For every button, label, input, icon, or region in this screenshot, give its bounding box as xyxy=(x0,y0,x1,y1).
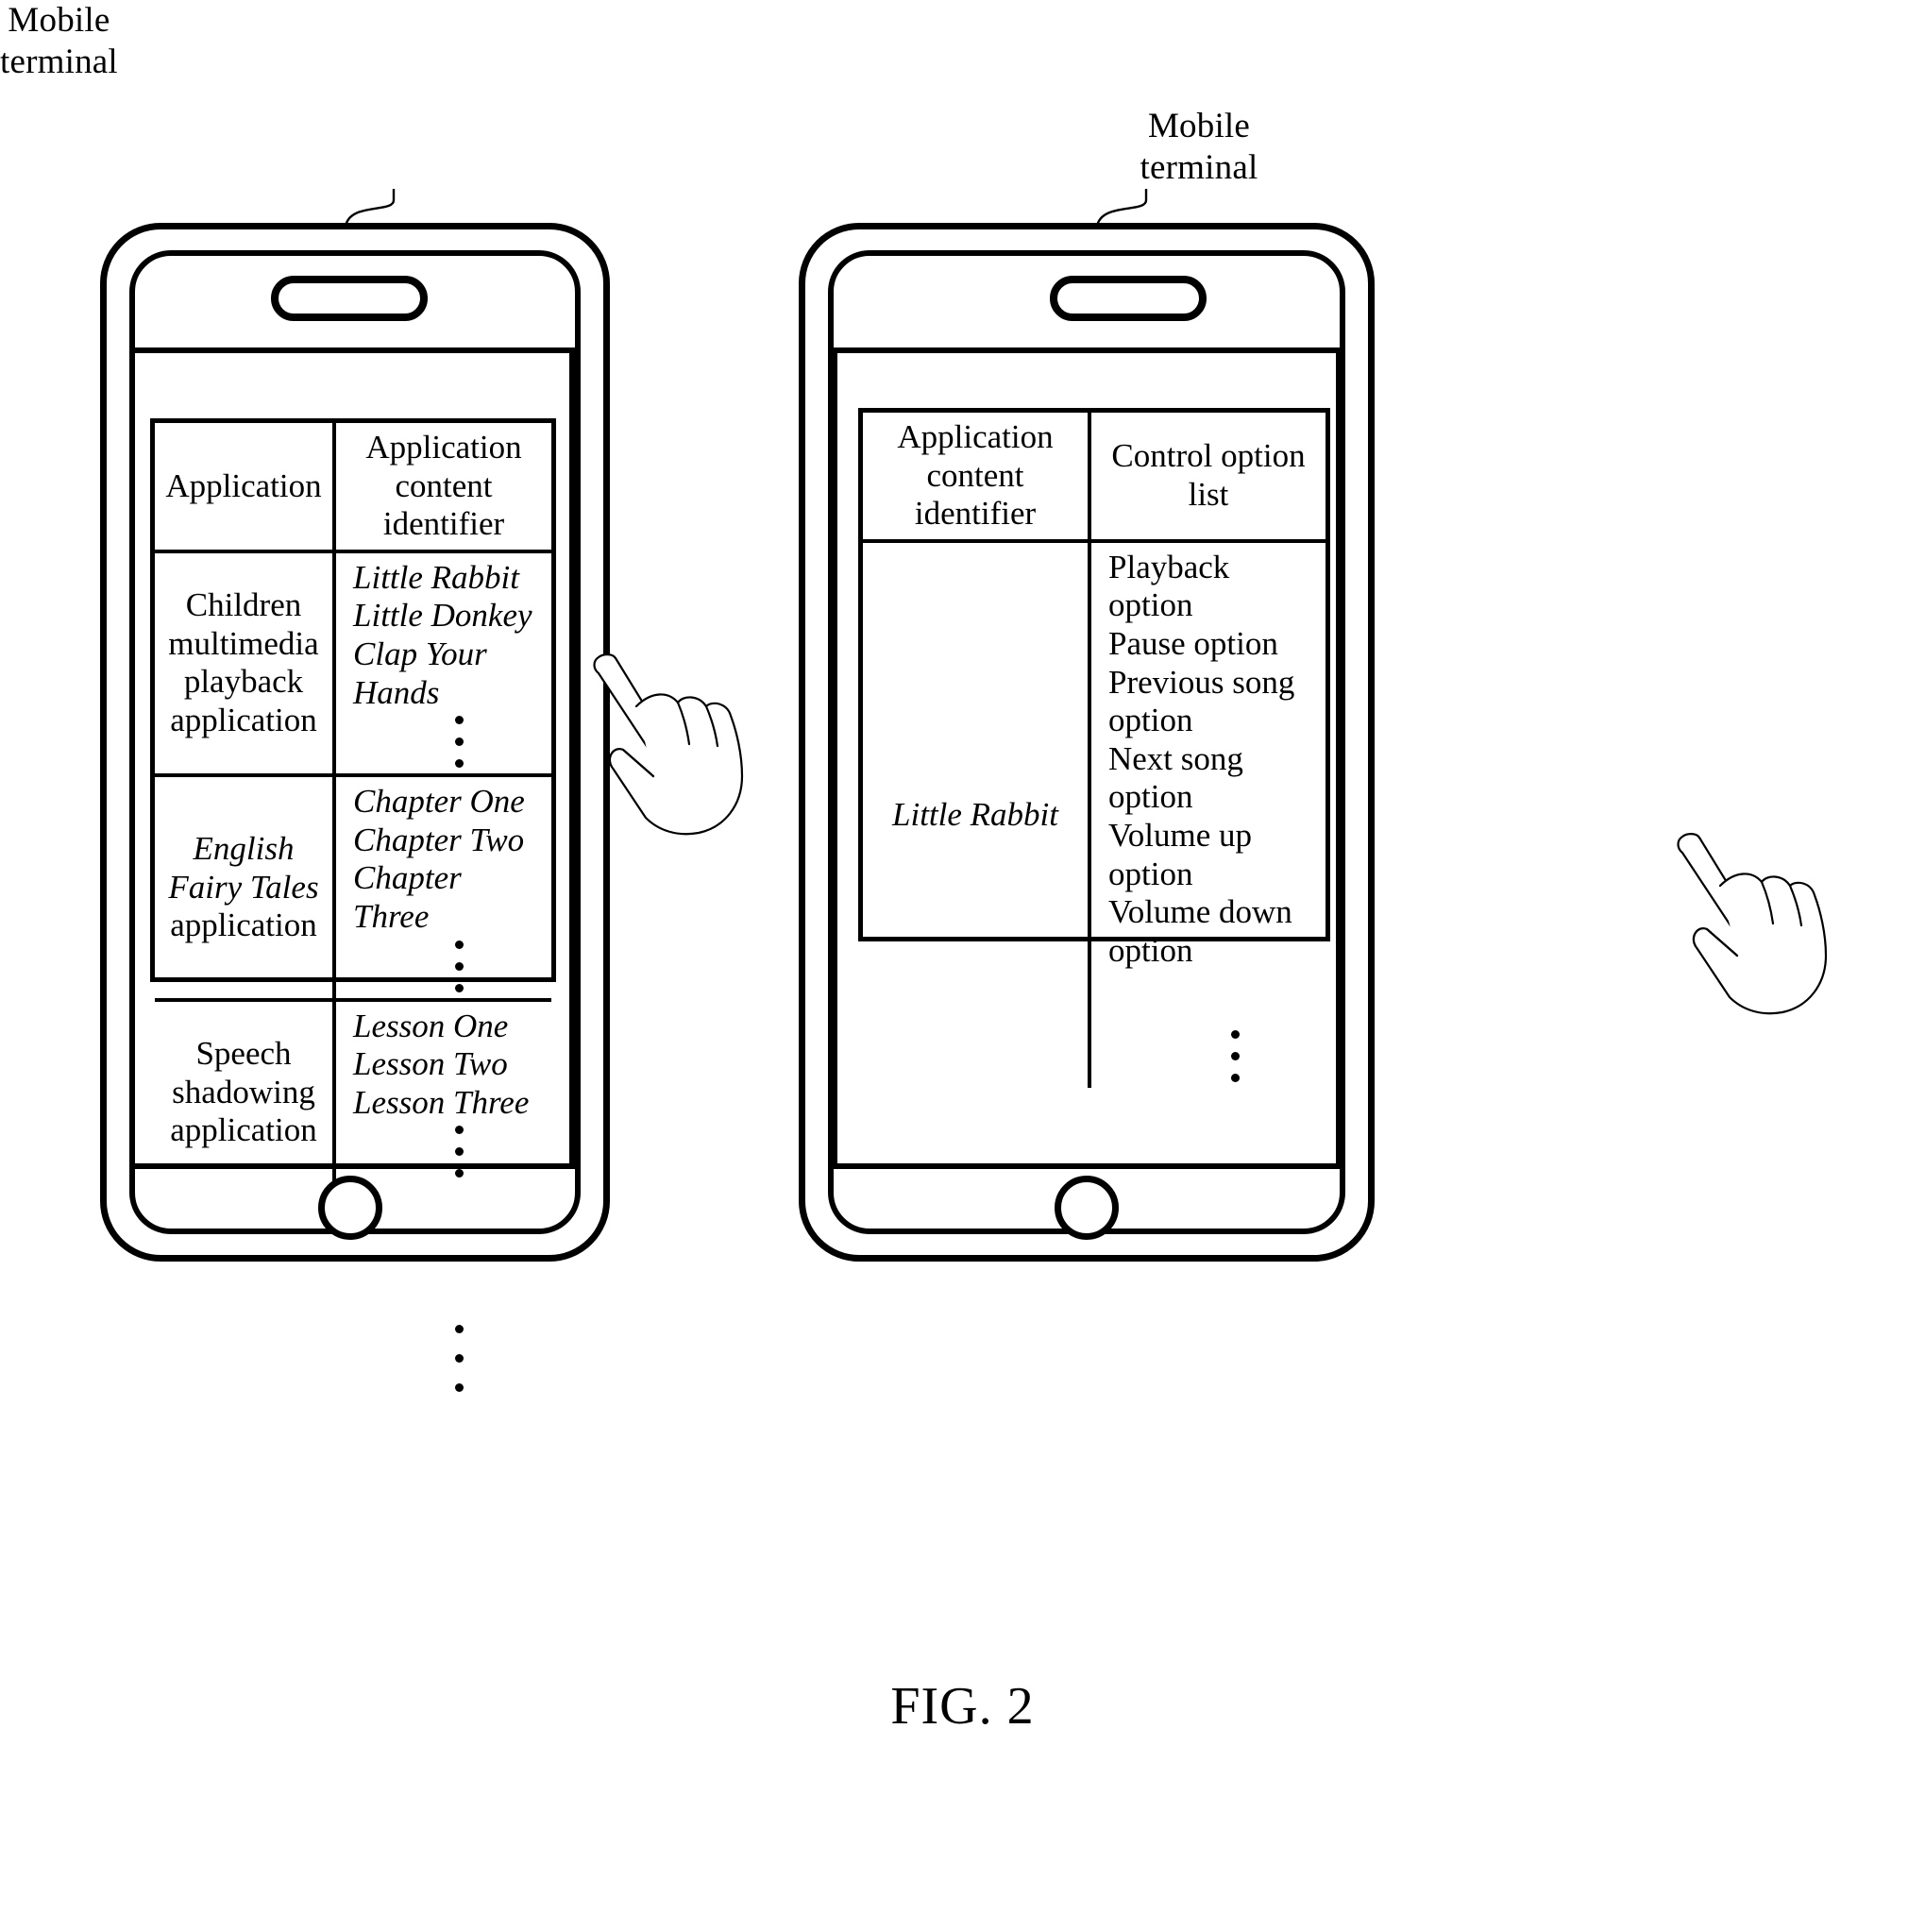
control-option-item[interactable]: Volume down option xyxy=(1108,893,1318,970)
cell-control-option-list: Playback option Pause option Previous so… xyxy=(1088,538,1326,1089)
cell-content-speech-shadowing: Lesson One Lesson Two Lesson Three xyxy=(332,997,551,1184)
application-name-suffix: application xyxy=(170,907,317,944)
control-option-item[interactable]: Volume up option xyxy=(1108,817,1318,893)
content-item[interactable]: Lesson Three xyxy=(353,1084,544,1123)
table-row[interactable]: English Fairy Tales application Chapter … xyxy=(155,773,551,1002)
table-overflow-ellipsis-icon xyxy=(455,1325,464,1392)
speaker-notch-left xyxy=(271,276,428,321)
application-content-table: Application Application content identifi… xyxy=(150,418,556,1184)
column-header-control-option-list: Control option list xyxy=(1088,413,1326,543)
home-button-right[interactable] xyxy=(1055,1176,1119,1240)
vertical-ellipsis-icon xyxy=(455,940,464,992)
cell-application-english-fairy-tales: English Fairy Tales application xyxy=(155,773,336,1002)
cell-content-children-multimedia: Little Rabbit Little Donkey Clap Your Ha… xyxy=(332,549,551,778)
column-header-application: Application xyxy=(155,423,336,553)
cell-content-identifier-little-rabbit: Little Rabbit xyxy=(863,538,1091,1089)
content-item[interactable]: Lesson Two xyxy=(353,1045,544,1084)
table-header-row: Application Application content identifi… xyxy=(155,423,551,553)
column-header-application-content-identifier: Application content identifier xyxy=(332,423,551,553)
control-option-item[interactable]: Pause option xyxy=(1108,625,1318,664)
content-item[interactable]: Chapter One xyxy=(353,783,544,822)
control-option-item[interactable]: Next song option xyxy=(1108,740,1318,817)
column-header-application-content-identifier: Application content identifier xyxy=(863,413,1091,543)
vertical-ellipsis-icon xyxy=(455,716,464,769)
control-option-item[interactable]: Playback option xyxy=(1108,549,1318,625)
speaker-notch-right xyxy=(1050,276,1207,321)
table-row[interactable]: Children multimedia playback application… xyxy=(155,549,551,778)
table-header-row: Application content identifier Control o… xyxy=(863,413,1326,543)
cell-content-english-fairy-tales: Chapter One Chapter Two Chapter Three xyxy=(332,773,551,1002)
content-item[interactable]: Clap Your Hands xyxy=(353,636,544,712)
content-item[interactable]: Little Rabbit xyxy=(353,559,544,598)
vertical-ellipsis-icon xyxy=(455,1126,464,1178)
control-option-table: Application content identifier Control o… xyxy=(858,408,1330,1089)
left-phone-callout-label: Mobile terminal xyxy=(0,1,118,81)
application-name-italic: English Fairy Tales xyxy=(168,829,319,906)
control-option-item[interactable]: Previous song option xyxy=(1108,664,1318,740)
figure-caption: FIG. 2 xyxy=(890,1677,1035,1736)
content-item[interactable]: Little Donkey xyxy=(353,597,544,636)
vertical-ellipsis-icon xyxy=(1231,1030,1240,1083)
content-item[interactable]: Chapter Three xyxy=(353,859,544,936)
content-item[interactable]: Chapter Two xyxy=(353,822,544,860)
content-item[interactable]: Lesson One xyxy=(353,1008,544,1046)
table-row[interactable]: Speech shadowing application Lesson One … xyxy=(155,997,551,1184)
home-button-left[interactable] xyxy=(318,1176,382,1240)
figure-root: Mobile terminal Mobile terminal Applicat… xyxy=(0,0,1925,1932)
cell-application-children-multimedia: Children multimedia playback application xyxy=(155,549,336,778)
table-row: Little Rabbit Playback option Pause opti… xyxy=(863,538,1326,1089)
cell-application-speech-shadowing: Speech shadowing application xyxy=(155,997,336,1184)
pointing-hand-cursor-right xyxy=(1677,833,1828,1015)
right-phone-callout-label: Mobile terminal xyxy=(1140,107,1258,187)
